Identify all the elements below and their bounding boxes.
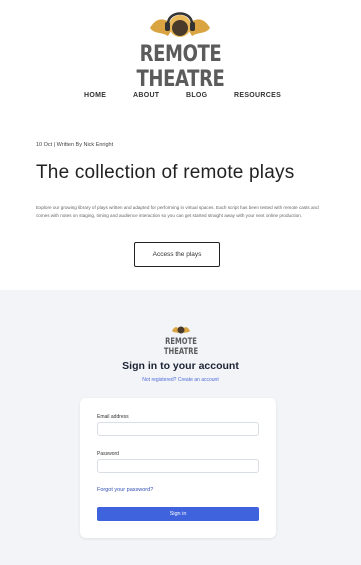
signin-form: Email address Password Forgot your passw… bbox=[80, 398, 276, 538]
headphones-mask-icon bbox=[150, 12, 210, 37]
nav-resources[interactable]: RESOURCES bbox=[234, 92, 281, 99]
access-plays-button[interactable]: Access the plays bbox=[134, 242, 220, 267]
brand-wordmark: REMOTE THEATRE bbox=[136, 42, 225, 92]
nav-home[interactable]: HOME bbox=[84, 92, 106, 99]
password-label: Password bbox=[97, 451, 119, 457]
nav-about[interactable]: ABOUT bbox=[133, 92, 159, 99]
signin-panel: REMOTE THEATRE Sign in to your account N… bbox=[0, 290, 361, 565]
nav-blog[interactable]: BLOG bbox=[186, 92, 207, 99]
signin-brand: REMOTE THEATRE bbox=[163, 337, 199, 357]
forgot-password-link[interactable]: Forgot your password? bbox=[97, 487, 153, 493]
email-field[interactable] bbox=[97, 422, 259, 436]
main-nav: HOME ABOUT BLOG RESOURCES bbox=[0, 92, 361, 106]
signin-logo: REMOTE THEATRE bbox=[151, 323, 211, 357]
signin-button[interactable]: Sign in bbox=[97, 507, 259, 521]
post-title: The collection of remote plays bbox=[36, 162, 295, 183]
email-label: Email address bbox=[97, 414, 129, 420]
post-meta: 10 Oct | Written By Nick Enright bbox=[36, 142, 114, 148]
signin-heading: Sign in to your account bbox=[122, 360, 239, 372]
password-field[interactable] bbox=[97, 459, 259, 473]
headphones-mask-icon bbox=[172, 326, 190, 334]
create-account-link[interactable]: Not registered? Create an account bbox=[0, 377, 361, 383]
blog-page: REMOTE THEATRE HOME ABOUT BLOG RESOURCES… bbox=[0, 0, 361, 290]
site-logo[interactable]: REMOTE THEATRE bbox=[100, 6, 261, 92]
post-excerpt: Explore our growing library of plays wri… bbox=[36, 205, 319, 218]
